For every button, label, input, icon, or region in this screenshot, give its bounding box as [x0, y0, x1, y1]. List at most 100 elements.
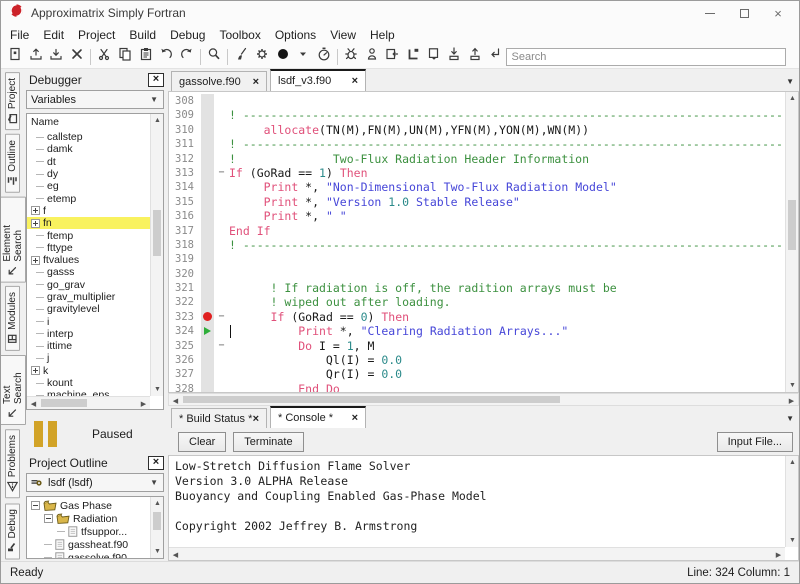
- variable-row-eg[interactable]: eg: [27, 180, 150, 192]
- variable-row-damk[interactable]: damk: [27, 143, 150, 155]
- expand-icon[interactable]: [31, 219, 40, 228]
- outline-node[interactable]: tfsuppor...: [27, 525, 150, 538]
- console-output[interactable]: Low-Stretch Diffusion Flame SolverVersio…: [168, 455, 799, 561]
- fold-column[interactable]: [214, 252, 229, 266]
- variable-row-ftvalues[interactable]: ftvalues: [27, 254, 150, 266]
- menu-project[interactable]: Project: [71, 26, 122, 44]
- outline-vertical-scrollbar[interactable]: ▲ ▼: [150, 497, 163, 558]
- code-line-313[interactable]: 313−If (GoRad == 1) Then: [169, 166, 784, 180]
- code-line-323[interactable]: 323− If (GoRad == 0) Then: [169, 310, 784, 324]
- code-line-319[interactable]: 319: [169, 252, 784, 266]
- code-line-324[interactable]: 324 Print *, "Clearing Radiation Arrays.…: [169, 324, 784, 338]
- outline-node[interactable]: Gas Phase: [27, 499, 150, 512]
- debug-bug-button[interactable]: [341, 46, 362, 67]
- menu-debug[interactable]: Debug: [163, 26, 212, 44]
- step-return-button[interactable]: [485, 46, 506, 67]
- fold-column[interactable]: [214, 108, 229, 122]
- console-vertical-scrollbar[interactable]: ▲ ▼: [785, 456, 798, 547]
- variable-row-k[interactable]: k: [27, 365, 150, 377]
- step-block-button[interactable]: [403, 46, 424, 67]
- tab-close-icon[interactable]: ×: [352, 412, 358, 424]
- code-line-316[interactable]: 316 Print *, " ": [169, 209, 784, 223]
- run-button[interactable]: [272, 46, 293, 67]
- code-line-312[interactable]: 312! Two-Flux Radiation Header Informati…: [169, 152, 784, 166]
- variable-row-kount[interactable]: kount: [27, 377, 150, 389]
- fold-collapse-icon[interactable]: −: [218, 167, 224, 178]
- clean-button[interactable]: [231, 46, 252, 67]
- clear-button[interactable]: Clear: [178, 432, 226, 452]
- copy-button[interactable]: [115, 46, 136, 67]
- variable-row-dy[interactable]: dy: [27, 168, 150, 180]
- project-outline-close-button[interactable]: ×: [148, 456, 164, 470]
- debugger-close-button[interactable]: ×: [148, 73, 164, 87]
- fold-column[interactable]: [214, 367, 229, 381]
- cut-button[interactable]: [94, 46, 115, 67]
- collapse-icon[interactable]: [44, 514, 53, 523]
- expand-icon[interactable]: [31, 256, 40, 265]
- sidebar-tab-project[interactable]: Project: [5, 72, 20, 130]
- code-line-328[interactable]: 328 End Do: [169, 382, 784, 392]
- collapse-icon[interactable]: [31, 501, 40, 510]
- outline-node[interactable]: gassheat.f90: [27, 538, 150, 551]
- scroll-up-icon[interactable]: ▲: [151, 497, 164, 510]
- gutter-band[interactable]: [201, 252, 214, 266]
- editor-horizontal-scrollbar[interactable]: ◀ ▶: [168, 393, 799, 406]
- menu-options[interactable]: Options: [268, 26, 323, 44]
- search-input[interactable]: [506, 48, 786, 66]
- fold-collapse-icon[interactable]: −: [218, 311, 224, 322]
- fold-column[interactable]: [214, 353, 229, 367]
- variable-row-dt[interactable]: dt: [27, 156, 150, 168]
- gutter-band[interactable]: [201, 123, 214, 137]
- expand-icon[interactable]: [31, 206, 40, 215]
- gutter-band[interactable]: [201, 382, 214, 392]
- fold-column[interactable]: −: [214, 310, 229, 324]
- undo-button[interactable]: [156, 46, 177, 67]
- tab-list-caret-icon[interactable]: ▼: [786, 77, 794, 86]
- fold-column[interactable]: [214, 180, 229, 194]
- step-over-button[interactable]: [382, 46, 403, 67]
- variable-row-ittime[interactable]: ittime: [27, 340, 150, 352]
- sidebar-tab-text-search[interactable]: Text Search: [0, 355, 26, 425]
- gutter-band[interactable]: [201, 267, 214, 281]
- menu-help[interactable]: Help: [363, 26, 402, 44]
- gutter-band[interactable]: [201, 324, 214, 338]
- variable-row-gravitylevel[interactable]: gravitylevel: [27, 303, 150, 315]
- paste-button[interactable]: [135, 46, 156, 67]
- fold-column[interactable]: [214, 137, 229, 151]
- step-into-button[interactable]: [444, 46, 465, 67]
- open-file-button[interactable]: [26, 46, 47, 67]
- debugger-view-select[interactable]: Variables ▼: [26, 90, 164, 109]
- tab-close-icon[interactable]: ×: [253, 76, 259, 88]
- variable-row-fn[interactable]: fn: [27, 217, 150, 229]
- find-button[interactable]: [204, 46, 225, 67]
- variables-horizontal-scrollbar[interactable]: ◀ ▶: [27, 396, 150, 409]
- fold-column[interactable]: [214, 152, 229, 166]
- variable-row-j[interactable]: j: [27, 352, 150, 364]
- scroll-down-icon[interactable]: ▼: [786, 534, 799, 547]
- gutter-band[interactable]: [201, 224, 214, 238]
- fold-column[interactable]: [214, 123, 229, 137]
- menu-view[interactable]: View: [323, 26, 363, 44]
- fold-column[interactable]: [214, 94, 229, 108]
- menu-edit[interactable]: Edit: [36, 26, 71, 44]
- scroll-up-icon[interactable]: ▲: [786, 456, 799, 469]
- save-file-button[interactable]: [46, 46, 67, 67]
- code-line-318[interactable]: 318! -----------------------------------…: [169, 238, 784, 252]
- expand-icon[interactable]: [31, 366, 40, 375]
- fold-column[interactable]: [214, 224, 229, 238]
- scroll-down-icon[interactable]: ▼: [151, 545, 164, 558]
- console-horizontal-scrollbar[interactable]: ◀ ▶: [169, 547, 785, 560]
- scroll-down-icon[interactable]: ▼: [786, 379, 799, 392]
- code-line-322[interactable]: 322 ! wiped out after loading.: [169, 295, 784, 309]
- settings-button[interactable]: [252, 46, 273, 67]
- variable-row-etemp[interactable]: etemp: [27, 192, 150, 204]
- gutter-band[interactable]: [201, 209, 214, 223]
- input-file-button[interactable]: Input File...: [717, 432, 793, 452]
- gutter-band[interactable]: [201, 353, 214, 367]
- variable-row-grav_multiplier[interactable]: grav_multiplier: [27, 291, 150, 303]
- minimize-button[interactable]: [693, 2, 727, 24]
- gutter-band[interactable]: [201, 281, 214, 295]
- variable-row-callstep[interactable]: callstep: [27, 131, 150, 143]
- sidebar-tab-modules[interactable]: Modules: [5, 286, 20, 351]
- fold-column[interactable]: [214, 281, 229, 295]
